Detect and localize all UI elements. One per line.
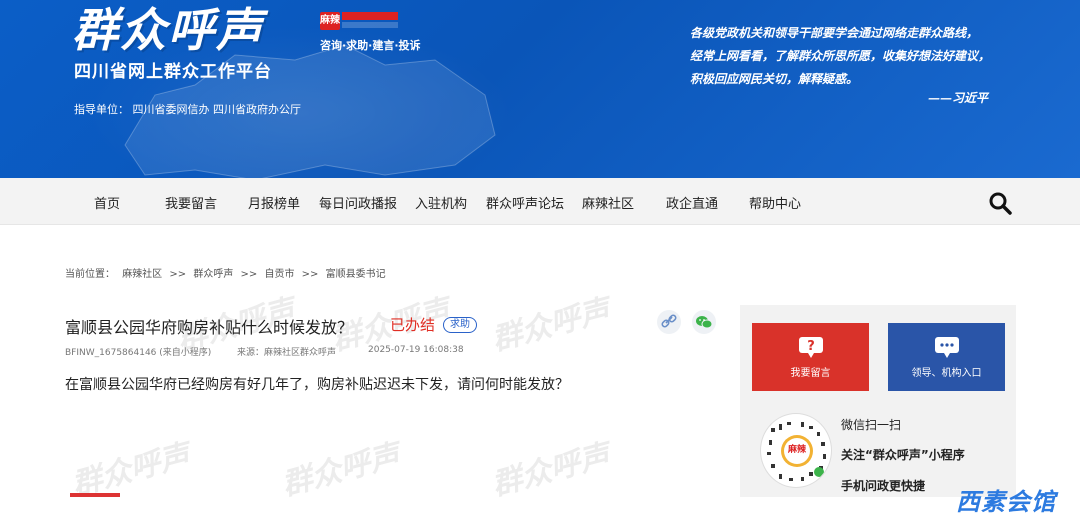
article-title: 富顺县公园华府购房补贴什么时候发放？ [65, 318, 354, 337]
breadcrumb-separator: >> [240, 269, 258, 280]
leader-entrance-button[interactable]: 领导、机构入口 [888, 323, 1005, 391]
status-badge: 已办结 [390, 316, 436, 334]
nav-item-mala-community[interactable]: 麻辣社区 [582, 193, 634, 212]
qr-description-secondary: 手机问政更快捷 [841, 479, 926, 493]
red-accent-bar [70, 493, 120, 497]
qr-center-logo: 麻辣 [787, 445, 806, 455]
nav-item-forum[interactable]: 群众呼声论坛 [486, 193, 564, 212]
breadcrumb: 当前位置： 麻辣社区 >> 群众呼声 >> 自贡市 >> 富顺县委书记 [65, 265, 390, 280]
mala-logo-strip-secondary [342, 22, 398, 28]
leader-entrance-label: 领导、机构入口 [911, 368, 982, 379]
service-tags: 咨询·求助·建言·投诉 [320, 39, 421, 52]
breadcrumb-link[interactable]: 自贡市 [264, 269, 294, 280]
nav-item-home[interactable]: 首页 [94, 193, 120, 212]
mala-logo-badge: 麻辣 [320, 12, 340, 30]
article-id: BFINW_1675864146 (来自小程序) [65, 348, 212, 358]
breadcrumb-separator: >> [169, 269, 187, 280]
nav-item-institutions[interactable]: 入驻机构 [415, 193, 467, 212]
quote-line: 积极回应网民关切，解释疑惑。 [690, 72, 859, 86]
svg-text:?: ? [807, 339, 815, 354]
nav-item-help-center[interactable]: 帮助中心 [749, 193, 801, 212]
breadcrumb-separator: >> [301, 269, 319, 280]
nav-item-gov-enterprise[interactable]: 政企直通 [666, 193, 718, 212]
wechat-share-icon[interactable] [692, 310, 716, 334]
article-body: 在富顺县公园华府已经购房有好几年了，购房补贴迟迟未下发，请问何时能发放？ [65, 377, 569, 393]
header-banner: 群众呼声 四川省网上群众工作平台 麻辣 咨询·求助·建言·投诉 指导单位： 四川… [0, 0, 1080, 178]
nav-item-leave-message[interactable]: 我要留言 [165, 193, 217, 212]
question-bubble-icon: ? [796, 335, 826, 362]
quote-author: ——习近平 [928, 91, 989, 105]
site-logo-title[interactable]: 群众呼声 [72, 4, 264, 56]
corner-watermark-logo: 西素会馆 [956, 488, 1056, 516]
watermark: 群众呼声 [278, 437, 404, 503]
breadcrumb-label: 当前位置： [65, 269, 115, 280]
guide-units: 指导单位： 四川省委网信办 四川省政府办公厅 [74, 103, 301, 116]
chat-bubble-icon [932, 335, 962, 362]
quote-line: 经常上网看看，了解群众所思所愿，收集好想法好建议， [690, 49, 991, 63]
mala-logo-strip [342, 12, 398, 20]
watermark: 群众呼声 [488, 437, 614, 503]
main-nav: 首页 我要留言 月报榜单 每日问政播报 入驻机构 群众呼声论坛 麻辣社区 政企直… [0, 178, 1080, 225]
leave-message-label: 我要留言 [790, 368, 831, 379]
watermark: 群众呼声 [488, 292, 614, 358]
search-icon[interactable] [988, 191, 1012, 215]
breadcrumb-link[interactable]: 富顺县委书记 [326, 269, 386, 280]
nav-item-daily-broadcast[interactable]: 每日问政播报 [319, 193, 397, 212]
link-share-icon[interactable] [657, 310, 681, 334]
breadcrumb-link[interactable]: 麻辣社区 [122, 269, 162, 280]
site-logo-subtitle: 四川省网上群众工作平台 [74, 62, 272, 82]
leave-message-button[interactable]: ? 我要留言 [752, 323, 869, 391]
article-source: 来源：麻辣社区群众呼声 [237, 348, 337, 358]
article-time: 2025-07-19 16:08:38 [368, 345, 464, 355]
qr-description: 关注“群众呼声”小程序 [841, 448, 965, 462]
category-tag: 求助 [443, 317, 477, 333]
leader-quote: 各级党政机关和领导干部要学会通过网络走群众路线， 经常上网看看，了解群众所思所愿… [690, 22, 1030, 91]
nav-item-monthly-ranking[interactable]: 月报榜单 [248, 193, 300, 212]
quote-line: 各级党政机关和领导干部要学会通过网络走群众路线， [690, 26, 979, 40]
breadcrumb-link[interactable]: 群众呼声 [193, 269, 233, 280]
qr-title: 微信扫一扫 [841, 418, 902, 432]
